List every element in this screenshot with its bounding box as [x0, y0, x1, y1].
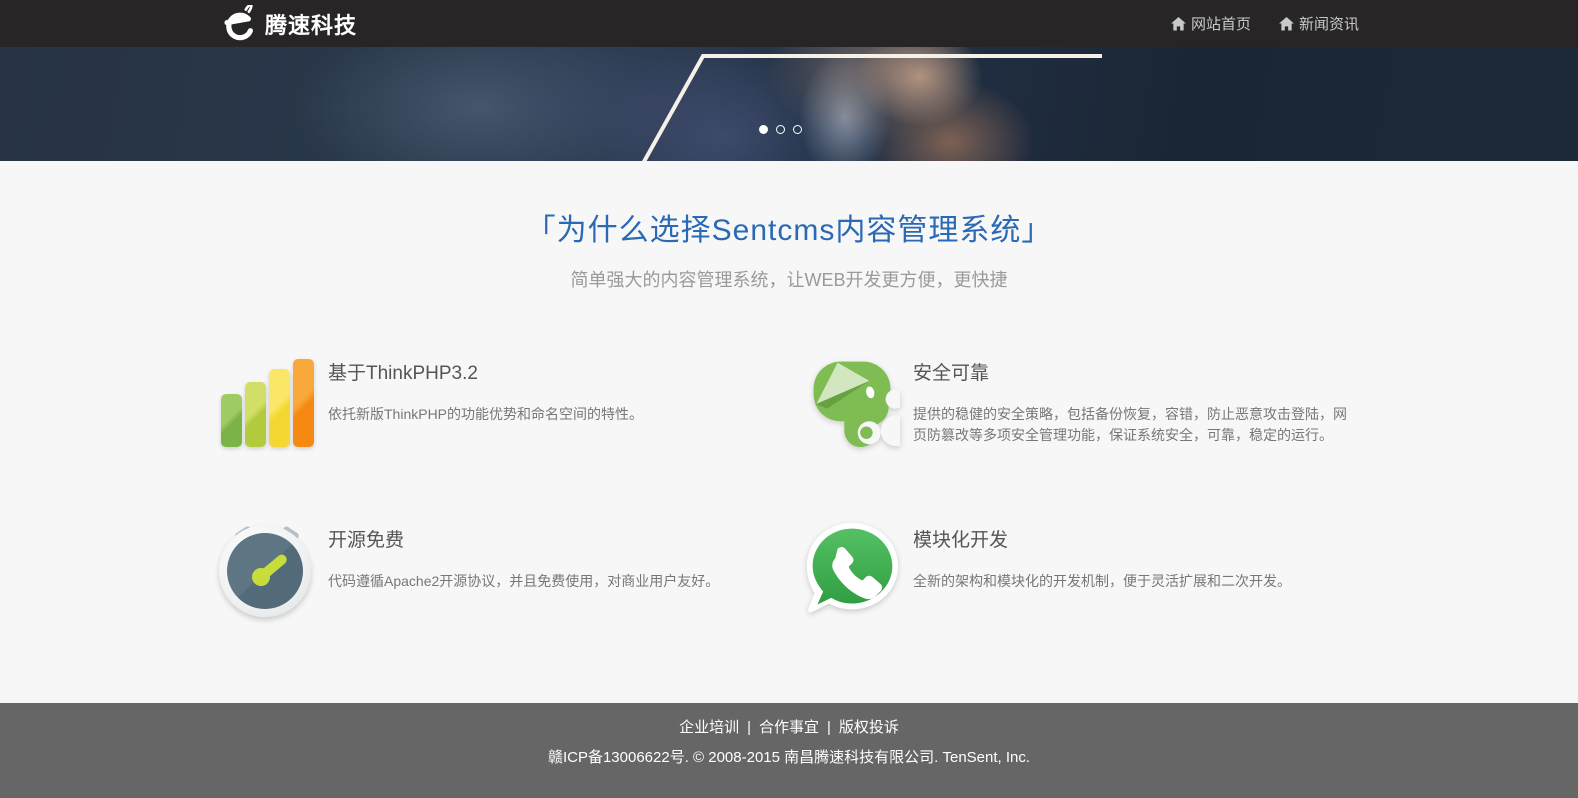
feature-desc: 全新的架构和模块化的开发机制，便于灵活扩展和二次开发。 [913, 571, 1291, 592]
hero-diagonal-line [0, 47, 1578, 161]
home-icon [1279, 17, 1294, 31]
nav-item-label: 新闻资讯 [1299, 13, 1359, 34]
whatsapp-icon [804, 521, 900, 617]
logo-e-icon [219, 4, 259, 44]
top-navbar: 腾速科技 网站首页 新闻资讯 [0, 0, 1578, 47]
stopwatch-icon [219, 521, 315, 617]
feature-opensource: 开源免费 代码遵循Apache2开源协议，并且免费使用，对商业用户友好。 [204, 521, 789, 617]
feature-title: 安全可靠 [913, 358, 1359, 385]
feature-desc: 代码遵循Apache2开源协议，并且免费使用，对商业用户友好。 [328, 571, 719, 592]
carousel-dot-1[interactable] [759, 125, 768, 134]
footer-separator: | [827, 719, 831, 736]
section-subtitle: 简单强大的内容管理系统，让WEB开发更方便，更快捷 [0, 266, 1578, 292]
footer-separator: | [747, 719, 751, 736]
nav-item-news[interactable]: 新闻资讯 [1279, 13, 1359, 34]
footer-copyright: 赣ICP备13006622号. © 2008-2015 南昌腾速科技有限公司. … [0, 746, 1578, 767]
feature-desc: 依托新版ThinkPHP的功能优势和命名空间的特性。 [328, 404, 643, 425]
feature-security: 安全可靠 提供的稳健的安全策略，包括备份恢复，容错，防止恶意攻击登陆，网页防篡改… [789, 354, 1374, 450]
why-section: 「为什么选择Sentcms内容管理系统」 简单强大的内容管理系统，让WEB开发更… [0, 161, 1578, 703]
carousel-dot-2[interactable] [776, 125, 785, 134]
footer-link-training[interactable]: 企业培训 [679, 719, 739, 736]
feature-title: 基于ThinkPHP3.2 [328, 358, 643, 385]
feature-desc: 提供的稳健的安全策略，包括备份恢复，容错，防止恶意攻击登陆，网页防篡改等多项安全… [913, 404, 1359, 446]
nav-item-label: 网站首页 [1191, 13, 1251, 34]
footer-link-copyright-complaint[interactable]: 版权投诉 [839, 719, 899, 736]
feature-modular: 模块化开发 全新的架构和模块化的开发机制，便于灵活扩展和二次开发。 [789, 521, 1374, 617]
site-logo[interactable]: 腾速科技 [219, 4, 357, 44]
section-title: 「为什么选择Sentcms内容管理系统」 [0, 205, 1578, 249]
evernote-elephant-icon [804, 354, 900, 450]
feature-title: 模块化开发 [913, 525, 1291, 552]
feature-title: 开源免费 [328, 525, 719, 552]
bar-chart-icon [219, 354, 315, 450]
footer-link-cooperation[interactable]: 合作事宜 [759, 719, 819, 736]
hero-carousel [0, 47, 1578, 161]
home-icon [1171, 17, 1186, 31]
footer-links: 企业培训 | 合作事宜 | 版权投诉 [0, 716, 1578, 737]
carousel-dot-3[interactable] [793, 125, 802, 134]
nav-item-home[interactable]: 网站首页 [1171, 13, 1251, 34]
main-nav: 网站首页 新闻资讯 [1171, 13, 1359, 34]
page-footer: 企业培训 | 合作事宜 | 版权投诉 赣ICP备13006622号. © 2008-20… [0, 703, 1578, 798]
carousel-dots [759, 125, 802, 134]
logo-text: 腾速科技 [265, 8, 357, 40]
feature-thinkphp: 基于ThinkPHP3.2 依托新版ThinkPHP的功能优势和命名空间的特性。 [204, 354, 789, 450]
features-grid: 基于ThinkPHP3.2 依托新版ThinkPHP的功能优势和命名空间的特性。 [204, 354, 1374, 617]
